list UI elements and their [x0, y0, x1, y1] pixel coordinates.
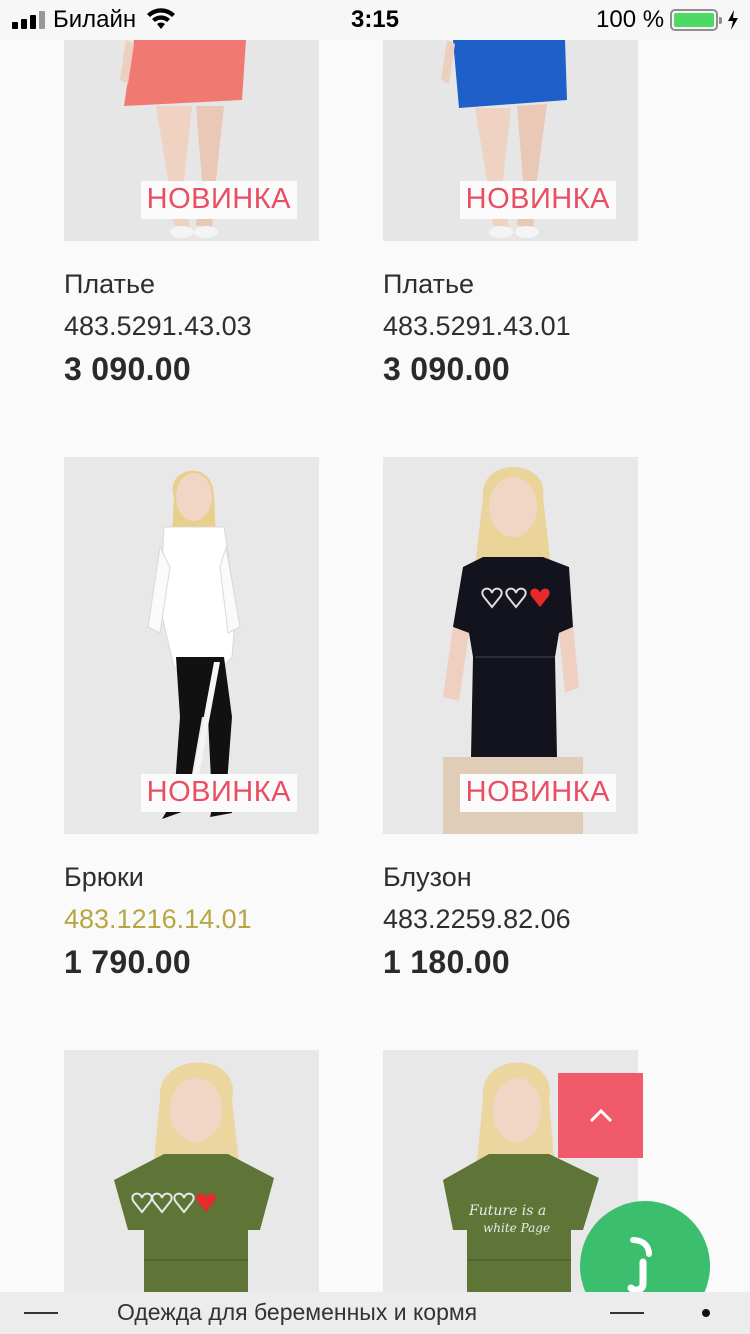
- new-badge: НОВИНКА: [140, 774, 297, 812]
- menu-icon[interactable]: [610, 1312, 644, 1314]
- browser-bottom-bar: Одежда для беременных и кормя: [0, 1292, 750, 1334]
- new-badge: НОВИНКА: [459, 774, 616, 812]
- product-card[interactable]: НОВИНКА Брюки 483.1216.14.01 1 790.00: [64, 457, 320, 978]
- product-name[interactable]: Платье: [64, 271, 320, 298]
- product-card[interactable]: НОВИНКА Блузон 483.2259.82.06 1 180.00: [383, 457, 639, 978]
- svg-text:white Page: white Page: [483, 1221, 550, 1235]
- product-sku: 483.2259.82.06: [383, 904, 571, 934]
- product-image[interactable]: НОВИНКА: [383, 457, 638, 834]
- status-bar: Билайн 3:15 100 %: [0, 0, 750, 40]
- chat-icon: [627, 1237, 652, 1294]
- product-card[interactable]: НОВИНКА Платье 483.5291.43.01 3 090.00: [383, 40, 639, 385]
- product-card[interactable]: [64, 1050, 320, 1300]
- chevron-up-icon: [589, 1108, 612, 1122]
- product-image[interactable]: НОВИНКА: [383, 40, 638, 241]
- product-sku: 483.5291.43.03: [64, 311, 252, 341]
- product-sku: 483.5291.43.01: [383, 311, 571, 341]
- minimize-icon[interactable]: [24, 1312, 58, 1314]
- product-price: 1 180.00: [383, 944, 510, 980]
- product-price: 3 090.00: [64, 351, 191, 387]
- product-image[interactable]: НОВИНКА: [64, 457, 319, 834]
- model-photo: [64, 1050, 319, 1300]
- product-card[interactable]: НОВИНКА Платье 483.5291.43.03 3 090.00: [64, 40, 320, 385]
- more-dot-icon[interactable]: [702, 1309, 710, 1317]
- battery-icon: [670, 9, 722, 31]
- battery-percent: 100 %: [596, 6, 665, 33]
- product-sku: 483.1216.14.01: [64, 904, 252, 934]
- product-image[interactable]: [64, 1050, 319, 1300]
- product-image[interactable]: НОВИНКА: [64, 40, 319, 241]
- product-name[interactable]: Брюки: [64, 864, 320, 891]
- scroll-to-top-button[interactable]: [558, 1073, 643, 1158]
- charging-icon: [728, 10, 738, 30]
- product-price: 3 090.00: [383, 351, 510, 387]
- new-badge: НОВИНКА: [459, 181, 616, 219]
- svg-text:Future is a: Future is a: [468, 1203, 546, 1219]
- product-name[interactable]: Блузон: [383, 864, 639, 891]
- page-title[interactable]: Одежда для беременных и кормя: [117, 1299, 507, 1326]
- product-name[interactable]: Платье: [383, 271, 639, 298]
- product-price: 1 790.00: [64, 944, 191, 980]
- new-badge: НОВИНКА: [140, 181, 297, 219]
